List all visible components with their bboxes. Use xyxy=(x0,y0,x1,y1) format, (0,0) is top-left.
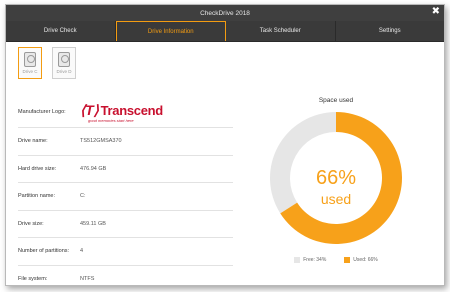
info-value: TS512GMSA370 xyxy=(80,138,122,145)
chart-legend: Free: 34% Used: 66% xyxy=(256,257,416,263)
used-word-text: used xyxy=(321,191,351,207)
hard-drive-icon xyxy=(24,52,36,67)
space-used-chart: Space used 66% used Free: 34% Used: 66% xyxy=(256,97,416,263)
info-key: Hard drive size: xyxy=(18,165,57,172)
close-icon[interactable]: ✖ xyxy=(432,6,440,17)
manufacturer-label: Manufacturer Logo: xyxy=(18,109,66,115)
info-row-hard-drive-size: Hard drive size: 476.94 GB xyxy=(18,156,233,183)
drive-c-button[interactable]: Drive C xyxy=(18,47,42,79)
drive-label: Drive D xyxy=(56,69,72,74)
tab-settings[interactable]: Settings xyxy=(336,21,445,41)
tab-drive-check[interactable]: Drive Check xyxy=(6,21,116,41)
tab-task-scheduler[interactable]: Task Scheduler xyxy=(226,21,336,41)
used-swatch xyxy=(344,257,351,263)
drive-selector: Drive C Drive D xyxy=(18,47,76,79)
manufacturer-logo: ⟨T⟩ Transcend good memories start here xyxy=(80,102,163,123)
transcend-logo-icon: ⟨T⟩ xyxy=(80,101,99,118)
info-value: 4 xyxy=(80,248,84,255)
app-window: CheckDrive 2018 ✖ Drive Check Drive Info… xyxy=(5,4,445,286)
title-bar: CheckDrive 2018 ✖ xyxy=(6,5,444,21)
free-swatch xyxy=(294,257,301,263)
drive-d-button[interactable]: Drive D xyxy=(52,47,76,79)
donut-chart: 66% used xyxy=(270,112,402,244)
info-row-partitions: Number of partitions: 4 xyxy=(18,238,233,266)
logo-brand: Transcend xyxy=(100,102,164,118)
info-value: NTFS xyxy=(80,275,95,282)
window-title: CheckDrive 2018 xyxy=(200,9,250,17)
info-key: Partition name: xyxy=(18,193,55,200)
legend-free: Free: 34% xyxy=(294,257,326,263)
info-value: 476.94 GB xyxy=(80,165,107,172)
logo-tagline: good memories start here xyxy=(88,117,134,123)
legend-free-label: Free: 34% xyxy=(303,257,327,263)
info-row-partition-name: Partition name: C: xyxy=(18,183,233,211)
drive-label: Drive C xyxy=(22,69,38,74)
drive-info-panel: Manufacturer Logo: ⟨T⟩ Transcend good me… xyxy=(18,97,233,286)
info-key: File system: xyxy=(18,275,48,282)
tab-bar: Drive Check Drive Information Task Sched… xyxy=(6,21,444,42)
hard-drive-icon xyxy=(58,52,70,67)
info-row-file-system: File system: NTFS xyxy=(18,266,233,286)
info-key: Drive size: xyxy=(18,220,44,227)
used-percent-text: 66% xyxy=(316,167,356,189)
legend-used: Used: 66% xyxy=(344,257,378,263)
chart-title: Space used xyxy=(318,97,354,104)
manufacturer-row: Manufacturer Logo: ⟨T⟩ Transcend good me… xyxy=(18,97,233,128)
info-value: C: xyxy=(80,193,86,200)
info-value: 459.11 GB xyxy=(80,220,106,227)
info-key: Drive name: xyxy=(18,138,48,145)
legend-used-label: Used: 66% xyxy=(353,257,378,263)
info-key: Number of partitions: xyxy=(18,248,70,255)
tab-drive-information[interactable]: Drive Information xyxy=(115,21,226,41)
info-row-drive-name: Drive name: TS512GMSA370 xyxy=(18,128,233,156)
info-row-drive-size: Drive size: 459.11 GB xyxy=(18,211,233,238)
